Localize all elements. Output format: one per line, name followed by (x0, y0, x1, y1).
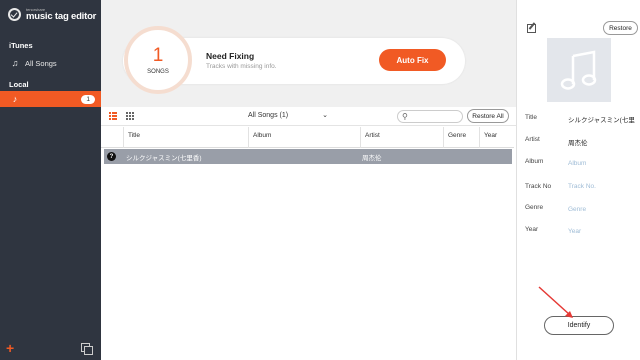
column-header-year[interactable]: Year (479, 127, 514, 148)
song-filter-value: All Songs (1) (248, 111, 289, 119)
column-header-album[interactable]: Album (248, 127, 360, 148)
details-panel: Restore Title シルクジャスミン(七里 Artist 周杰伦 Alb… (516, 0, 640, 360)
need-fixing-title: Need Fixing (206, 51, 255, 61)
song-filter-select[interactable]: All Songs (1) ⌄ (248, 111, 328, 120)
chevron-down-icon: ⌄ (322, 112, 328, 119)
year-label: Year (525, 226, 539, 233)
songs-count-circle: 1 SONGS (124, 26, 192, 94)
album-art[interactable] (547, 38, 611, 102)
artist-field[interactable]: 周杰伦 (568, 137, 638, 147)
auto-fix-button[interactable]: Auto Fix (379, 49, 446, 71)
local-section-title: Local (9, 80, 29, 89)
restore-all-button[interactable]: Restore All (467, 109, 509, 123)
sidebar: tenorshare music tag editor iTunes ♫ All… (0, 0, 101, 360)
list-view-icon[interactable] (109, 112, 117, 120)
need-fixing-subtitle: Tracks with missing info. (206, 63, 277, 70)
table-row[interactable]: ? シルクジャスミン(七里香) 周杰伦 (104, 149, 512, 164)
songs-count-label: SONGS (147, 68, 169, 75)
artist-label: Artist (525, 136, 540, 143)
question-icon: ? (107, 152, 116, 161)
grid-view-icon[interactable] (126, 112, 134, 120)
sidebar-item-local-folder[interactable]: ♪ 1 (0, 91, 101, 107)
table-header: Title Album Artist Genre Year (101, 127, 514, 148)
song-toolbar: All Songs (1) ⌄ ⚲ Restore All (101, 107, 516, 126)
arrow-icon (538, 286, 573, 318)
column-header-genre[interactable]: Genre (443, 127, 479, 148)
logo-title: music tag editor (26, 11, 97, 22)
genre-field[interactable]: Genre (568, 206, 638, 213)
track-no-field[interactable]: Track No. (568, 183, 638, 190)
column-header-artist[interactable]: Artist (360, 127, 443, 148)
itunes-section-title: iTunes (9, 41, 33, 50)
restore-button[interactable]: Restore (603, 21, 638, 35)
genre-label: Genre (525, 204, 544, 211)
title-field[interactable]: シルクジャスミン(七里 (568, 114, 638, 124)
search-input[interactable]: ⚲ (397, 110, 463, 123)
edit-icon[interactable] (527, 24, 536, 33)
check-circle-icon (8, 8, 21, 22)
folder-music-icon: ♪ (12, 94, 18, 104)
music-note-icon: ♫ (11, 58, 19, 68)
cell-title: シルクジャスミン(七里香) (126, 155, 202, 162)
title-label: Title (525, 114, 538, 121)
track-no-label: Track No (525, 183, 552, 190)
fix-banner: 1 SONGS Need Fixing Tracks with missing … (101, 0, 516, 107)
cell-artist: 周杰伦 (362, 155, 382, 162)
app-logo: tenorshare music tag editor (8, 8, 96, 22)
column-header-title[interactable]: Title (123, 127, 248, 148)
search-icon: ⚲ (402, 112, 408, 121)
album-field[interactable]: Album (568, 160, 638, 167)
sidebar-item-all-songs[interactable]: ♫ All Songs (0, 55, 101, 71)
album-label: Album (525, 158, 544, 165)
album-art-icon (560, 50, 597, 90)
plus-icon[interactable]: + (6, 341, 14, 355)
year-field[interactable]: Year (568, 228, 638, 235)
songs-count: 1 (152, 44, 164, 66)
sidebar-item-label: All Songs (25, 58, 57, 68)
count-badge: 1 (81, 95, 95, 104)
copy-icon[interactable] (81, 343, 93, 355)
